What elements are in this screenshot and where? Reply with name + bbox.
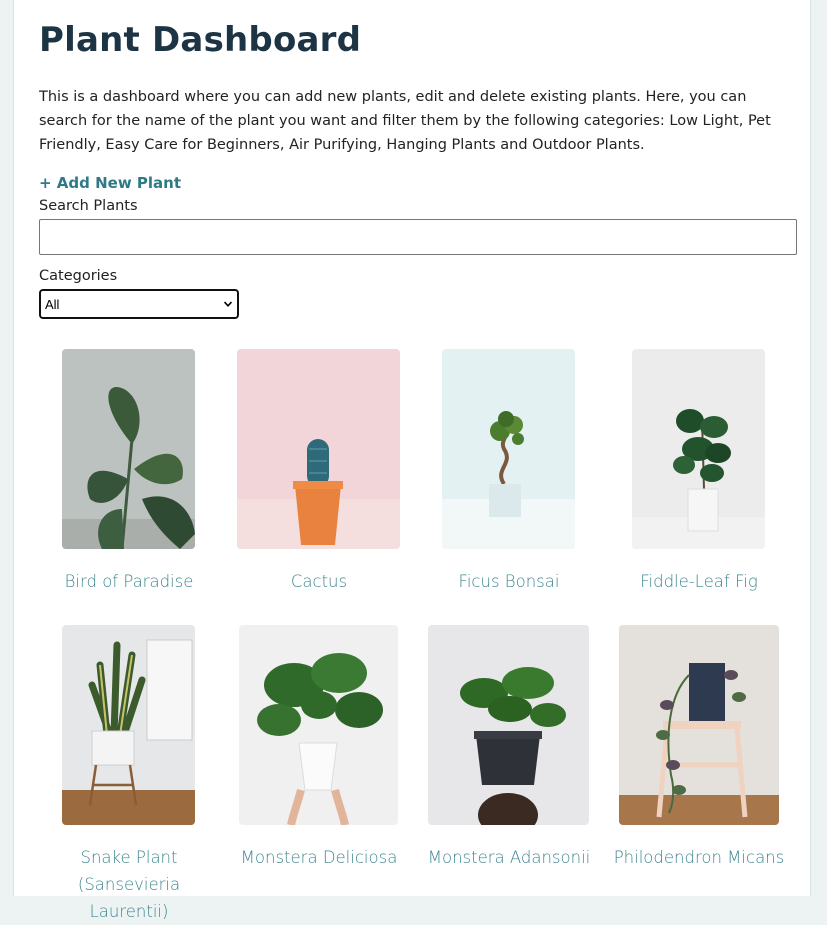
plant-name: Monstera Deliciosa: [240, 848, 398, 867]
plant-name: Cactus: [290, 572, 348, 591]
search-input[interactable]: [39, 219, 797, 255]
philodendron-micans-photo: [619, 625, 779, 825]
fiddle-leaf-fig-photo: [632, 349, 765, 549]
add-new-plant-link[interactable]: + Add New Plant: [39, 174, 181, 192]
page-title: Plant Dashboard: [39, 20, 362, 60]
cactus-photo: [237, 349, 400, 549]
plant-name: Ficus Bonsai: [458, 572, 560, 591]
categories-label: Categories: [39, 268, 118, 284]
plant-card[interactable]: Monstera Deliciosa: [229, 625, 409, 896]
search-label: Search Plants: [39, 198, 138, 214]
plant-card[interactable]: Monstera Adansonii: [419, 625, 599, 896]
page-description: This is a dashboard where you can add ne…: [39, 89, 771, 153]
bird-of-paradise-photo: [62, 349, 195, 549]
monstera-adansonii-photo: [428, 625, 589, 825]
plant-card[interactable]: Ficus Bonsai: [419, 349, 599, 609]
plant-name: Bird of Paradise: [64, 572, 194, 591]
snake-plant-photo: [62, 625, 195, 825]
plant-name: Philodendron Micans: [613, 848, 785, 867]
plant-card[interactable]: Snake Plant (Sansevieria Laurentii): [39, 625, 219, 921]
ficus-bonsai-photo: [442, 349, 575, 549]
plant-card[interactable]: Bird of Paradise: [39, 349, 219, 609]
plant-card[interactable]: Philodendron Micans: [609, 625, 789, 896]
plant-name: Monstera Adansonii: [427, 848, 591, 867]
categories-select[interactable]: All: [39, 289, 239, 319]
plant-card[interactable]: Cactus: [229, 349, 409, 609]
dashboard-panel: Plant Dashboard This is a dashboard wher…: [13, 0, 811, 921]
monstera-deliciosa-photo: [239, 625, 398, 825]
plant-name: Snake Plant (Sansevieria Laurentii): [77, 848, 181, 921]
plant-name: Fiddle-Leaf Fig: [640, 572, 758, 591]
categories-selected-value: All: [45, 297, 60, 312]
chevron-down-icon: [224, 301, 232, 307]
plant-card[interactable]: Fiddle-Leaf Fig: [609, 349, 789, 609]
